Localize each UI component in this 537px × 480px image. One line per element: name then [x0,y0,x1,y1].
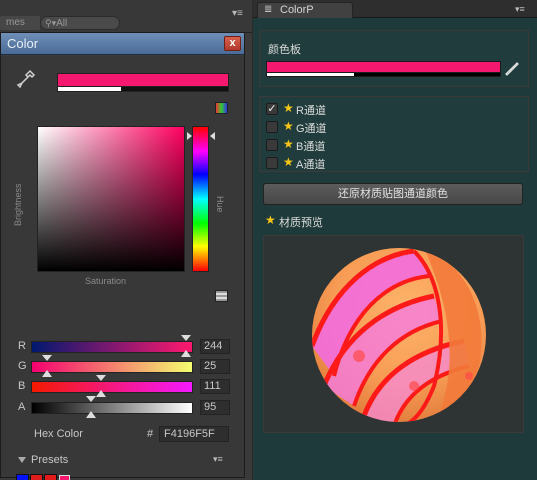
slider-handle[interactable] [96,390,107,397]
star-icon: ★ [283,119,294,133]
channel-checkbox[interactable]: ✓ [266,103,278,115]
channel-checkbox[interactable] [266,121,278,133]
channel-label: R [18,340,26,352]
current-alpha-fill [58,87,122,91]
background-tab-fragment[interactable]: mes [0,16,40,30]
channel-label: A [18,401,26,413]
panel-menu-icon[interactable]: ▾≡ [515,4,525,15]
channel-slider-r[interactable] [31,341,193,353]
current-color-swatch[interactable] [57,73,229,87]
hex-color-label: Hex Color [34,428,83,440]
channel-toggle-row[interactable]: ★ B通道 [266,137,466,153]
palette-section [259,30,529,87]
channel-label: B [18,380,26,392]
channel-toggle-row[interactable]: ✓ ★ R通道 [266,101,466,117]
channel-checkbox[interactable] [266,139,278,151]
brightness-label: Brightness [13,183,23,226]
color-window-title: Color [7,36,39,51]
slider-handle-top[interactable] [86,396,97,402]
colorp-panel: ≣ ColorP ▾≡ 颜色板 ✓ ★ R通道 ★ G通道 ★ B通道 ★ A通道 还原材质贴图… [253,0,537,480]
presets-collapse-icon[interactable] [18,457,26,463]
slider-handle[interactable] [86,411,97,418]
palette-label: 颜色板 [268,44,301,56]
preset-swatch[interactable] [44,474,57,480]
material-preview-sphere[interactable] [264,236,525,434]
channel-value-input[interactable]: 244 [200,339,230,354]
channel-toggle-label: B通道 [296,141,326,153]
palette-color-field[interactable] [266,61,501,73]
star-icon: ★ [265,213,276,227]
hue-marker-right[interactable] [210,132,215,140]
slider-handle[interactable] [41,370,52,377]
slider-mode-icon[interactable] [215,290,228,302]
channel-row-r: R 244 [1,335,244,357]
color-window: Color x Brightness Saturation Hue R 244 G 2… [0,32,245,480]
material-preview-label: 材质预览 [279,217,323,229]
preset-swatch[interactable] [59,475,70,480]
current-alpha-strip [57,87,229,92]
channel-toggle-label: G通道 [296,123,327,135]
slider-handle-top[interactable] [41,355,52,361]
presets-menu-icon[interactable]: ▾≡ [213,454,223,465]
eyedropper-icon[interactable] [15,68,37,90]
list-icon: ≣ [264,4,273,15]
color-window-body: Brightness Saturation Hue R 244 G 25 B 111 A 95… [1,56,244,480]
channel-label: G [18,360,27,372]
star-icon: ★ [283,137,294,151]
presets-header[interactable]: Presets ▾≡ [1,452,244,470]
panel-menu-icon[interactable]: ▾≡ [232,8,243,19]
star-icon: ★ [283,101,294,115]
channel-toggle-row[interactable]: ★ G通道 [266,119,466,135]
star-icon: ★ [283,155,294,169]
channel-slider-g[interactable] [31,361,193,373]
hue-slider[interactable] [192,126,209,272]
close-button[interactable]: x [224,36,241,51]
channel-toggle-label: A通道 [296,159,326,171]
presets-label: Presets [31,454,69,466]
channel-toggle-label: R通道 [296,105,326,117]
screen: mes ⚲▾All ▾≡ Color x Brightness Saturati… [0,0,537,480]
channel-value-input[interactable]: 111 [200,379,230,394]
channel-slider-b[interactable] [31,381,193,393]
tab-colorp[interactable]: ≣ ColorP [257,2,353,18]
saturation-label: Saturation [85,276,127,286]
slider-handle-top[interactable] [181,335,192,341]
channel-row-a: A 95 [1,396,244,418]
material-preview-area[interactable] [263,235,524,433]
slider-handle[interactable] [181,350,192,357]
channel-toggle-row[interactable]: ★ A通道 [266,155,466,171]
eyedropper-icon[interactable] [504,61,520,77]
channel-value-input[interactable]: 95 [200,400,230,415]
colorp-tab-bar: ≣ ColorP ▾≡ [253,0,537,18]
color-mode-icon[interactable] [215,102,228,114]
channel-row-g: G 25 [1,355,244,377]
color-window-titlebar[interactable]: Color x [1,33,244,55]
background-search-field[interactable]: ⚲▾All [40,16,120,30]
close-icon: x [229,37,236,49]
hex-hash: # [147,428,154,440]
slider-handle-top[interactable] [96,375,107,381]
hex-color-input[interactable]: F4196F5F [159,426,229,442]
channel-row-b: B 111 [1,375,244,397]
background-toolbar: mes ⚲▾All ▾≡ [0,0,252,33]
search-icon: ⚲▾ [45,18,57,28]
background-search-text: All [56,18,68,29]
preset-swatch[interactable] [16,474,29,480]
channel-value-input[interactable]: 25 [200,359,230,374]
channel-checkbox[interactable] [266,157,278,169]
palette-alpha-strip [266,73,501,77]
hue-label: Hue [215,196,225,213]
preset-swatch[interactable] [30,474,43,480]
restore-channel-color-button[interactable]: 还原材质贴图通道颜色 [263,183,523,205]
tab-colorp-label: ColorP [280,4,314,16]
palette-alpha-fill [267,73,354,76]
channel-slider-a[interactable] [31,402,193,414]
saturation-brightness-picker[interactable] [37,126,207,272]
